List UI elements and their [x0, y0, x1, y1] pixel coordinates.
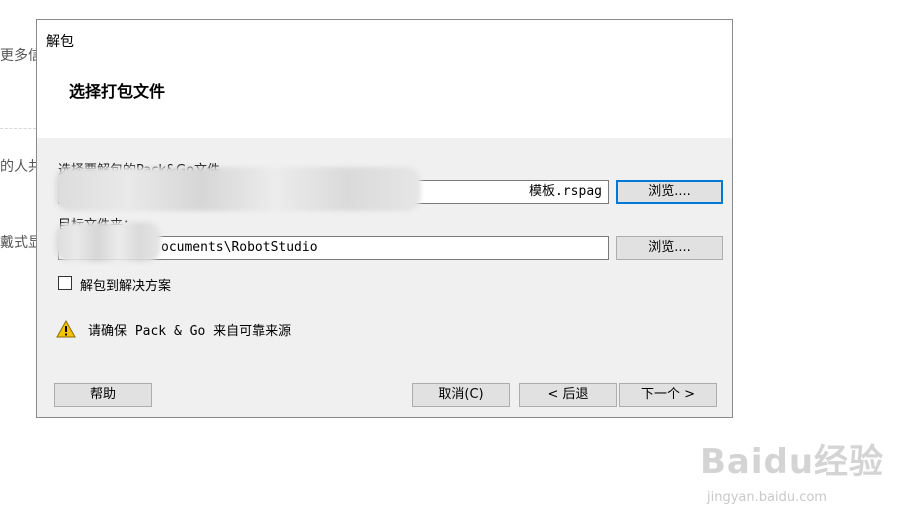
cancel-button[interactable]: 取消(C) — [412, 383, 510, 407]
next-button[interactable]: 下一个 > — [619, 383, 717, 407]
dialog-header: 解包 选择打包文件 — [37, 20, 732, 138]
browse-pack-file-button[interactable]: 浏览.... — [616, 180, 723, 204]
warning-triangle-icon — [56, 320, 76, 338]
help-button[interactable]: 帮助 — [54, 383, 152, 407]
baidu-watermark-url: jingyan.baidu.com — [707, 490, 827, 505]
page-heading: 选择打包文件 — [69, 82, 166, 101]
redaction-blur — [55, 167, 421, 211]
unpack-dialog: 解包 选择打包文件 选择要解包的Pack&Go文件 模板.rspag 浏览...… — [36, 19, 733, 418]
back-button[interactable]: < 后退 — [519, 383, 617, 407]
window-title: 解包 — [46, 34, 74, 50]
unpack-to-solution-label[interactable]: 解包到解决方案 — [80, 275, 171, 294]
browse-target-folder-button[interactable]: 浏览.... — [616, 236, 723, 260]
baidu-watermark-logo: Baidu经验 — [700, 442, 885, 482]
redaction-blur — [55, 222, 161, 262]
background-divider — [0, 128, 36, 129]
warning-message: 请确保 Pack & Go 来自可靠来源 — [88, 324, 292, 339]
unpack-to-solution-checkbox[interactable] — [58, 276, 72, 290]
